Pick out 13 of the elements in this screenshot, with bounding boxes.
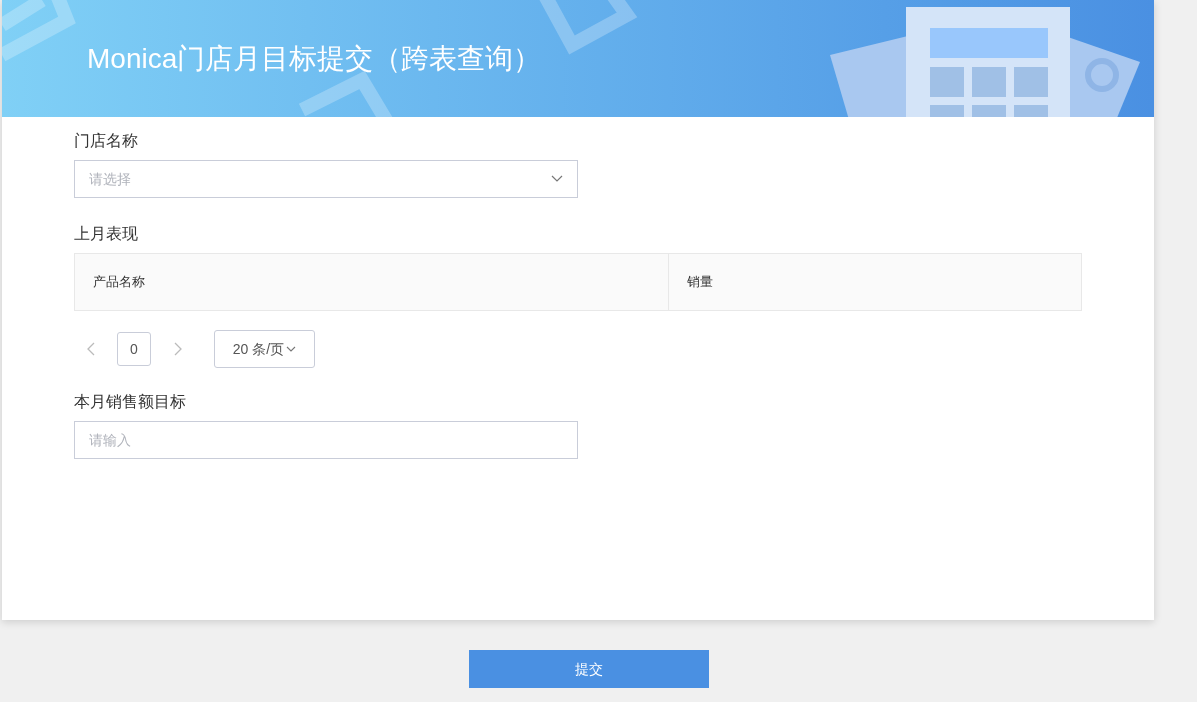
page-number[interactable]: 0 xyxy=(117,332,151,366)
section-label: 上月表现 xyxy=(74,224,139,244)
column-header: 销量 xyxy=(686,273,714,292)
page-size-select[interactable]: 20 条/页 xyxy=(214,330,315,368)
chevron-down-icon xyxy=(551,175,563,183)
next-page-icon[interactable] xyxy=(173,342,183,356)
target-input[interactable]: 请输入 xyxy=(74,421,578,459)
previous-page-icon[interactable] xyxy=(86,342,96,356)
field-label: 门店名称 xyxy=(74,131,139,151)
page-title: Monica门店月目标提交（跨表查询） xyxy=(87,41,542,76)
field-label: 本月销售额目标 xyxy=(74,392,187,412)
chevron-down-icon xyxy=(286,346,297,352)
column-header: 产品名称 xyxy=(75,254,669,310)
